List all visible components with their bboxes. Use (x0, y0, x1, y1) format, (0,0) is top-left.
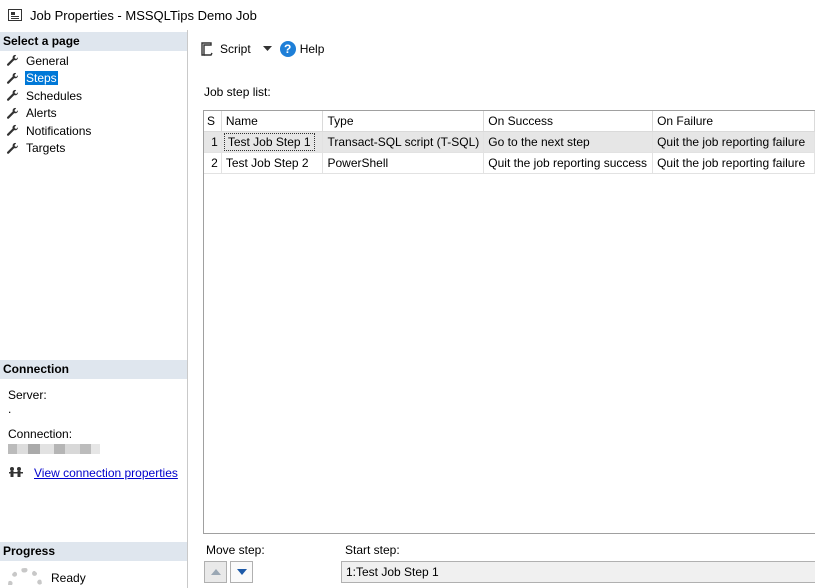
table-row[interactable]: 2 Test Job Step 2 PowerShell Quit the jo… (204, 152, 815, 174)
move-step-label: Move step: (206, 543, 265, 557)
table-row[interactable]: 1 Test Job Step 1 Transact-SQL script (T… (204, 131, 815, 153)
wrench-icon (6, 142, 19, 154)
window-title: Job Properties - MSSQLTips Demo Job (30, 7, 257, 23)
connection-value (8, 441, 100, 455)
start-step-label: Start step: (345, 543, 400, 557)
cell-on-failure: Quit the job reporting failure (652, 152, 815, 174)
cell-name: Test Job Step 1 (221, 131, 324, 153)
right-pane: Script ? Help Job step list: S Name Type… (189, 30, 815, 588)
help-label: Help (299, 42, 325, 56)
column-header-on-failure[interactable]: On Failure (652, 111, 815, 132)
server-value: . (8, 402, 12, 416)
column-header-on-success[interactable]: On Success (483, 111, 654, 132)
wrench-icon (6, 107, 19, 119)
column-header-step[interactable]: S (204, 111, 222, 132)
cell-type: Transact-SQL script (T-SQL) (322, 131, 485, 153)
wrench-icon (6, 55, 19, 67)
view-connection-properties-link[interactable]: View connection properties (34, 466, 178, 480)
left-pane: Select a page General Steps Schedules Al… (0, 30, 188, 588)
progress-spinner-icon (8, 568, 42, 585)
title-bar: Job Properties - MSSQLTips Demo Job (0, 0, 815, 30)
job-step-list-label: Job step list: (204, 85, 271, 99)
move-step-down-button[interactable] (230, 561, 253, 583)
page-item-steps[interactable]: Steps (6, 70, 92, 88)
cell-name-text: Test Job Step 2 (225, 155, 309, 170)
help-button[interactable]: ? Help (279, 41, 325, 57)
page-item-label: Notifications (26, 123, 92, 138)
page-item-targets[interactable]: Targets (6, 140, 92, 158)
page-item-general[interactable]: General (6, 52, 92, 70)
redacted-connection-value (8, 443, 100, 454)
column-header-type[interactable]: Type (322, 111, 485, 132)
page-list: General Steps Schedules Alerts Notificat… (6, 52, 92, 157)
cell-step: 1 (204, 131, 222, 153)
server-label: Server: (8, 388, 47, 402)
column-header-name[interactable]: Name (221, 111, 324, 132)
page-item-label: Targets (26, 141, 66, 156)
start-step-select[interactable]: 1:Test Job Step 1 (341, 561, 815, 583)
page-item-notifications[interactable]: Notifications (6, 122, 92, 140)
progress-status: Ready (51, 571, 86, 585)
step-controls: Move step: Start step: 1:Test Job Step 1 (203, 538, 815, 588)
connection-label: Connection: (8, 427, 73, 441)
script-dropdown[interactable] (262, 46, 272, 52)
cell-on-success: Quit the job reporting success (483, 152, 654, 174)
page-item-alerts[interactable]: Alerts (6, 105, 92, 123)
view-connection-row: View connection properties (8, 466, 178, 480)
progress-header: Progress (0, 542, 187, 561)
script-label: Script (220, 42, 251, 56)
page-item-label: General (26, 53, 69, 68)
window-icon (8, 9, 22, 21)
page-item-label: Alerts (26, 106, 57, 121)
connection-properties-icon (9, 467, 23, 477)
script-button[interactable]: Script (199, 41, 251, 57)
arrow-down-icon (236, 569, 247, 575)
toolbar: Script ? Help (189, 30, 815, 68)
cell-name-text: Test Job Step 1 (223, 132, 315, 151)
wrench-icon (6, 90, 19, 102)
page-item-schedules[interactable]: Schedules (6, 87, 92, 105)
connection-header: Connection (0, 360, 187, 379)
page-item-label: Steps (25, 71, 58, 86)
script-icon (201, 42, 213, 56)
chevron-down-icon (262, 46, 272, 51)
arrow-up-icon (210, 569, 221, 575)
cell-name: Test Job Step 2 (221, 152, 324, 174)
cell-step: 2 (204, 152, 222, 174)
cell-on-success: Go to the next step (483, 131, 654, 153)
move-step-up-button[interactable] (204, 561, 227, 583)
wrench-icon (6, 72, 19, 84)
job-step-table: S Name Type On Success On Failure 1 Test… (204, 111, 815, 174)
cell-type: PowerShell (322, 152, 485, 174)
select-page-header: Select a page (0, 32, 187, 51)
job-step-grid[interactable]: S Name Type On Success On Failure 1 Test… (203, 110, 815, 534)
page-item-label: Schedules (26, 88, 83, 103)
help-icon: ? (279, 41, 296, 57)
table-header-row: S Name Type On Success On Failure (204, 111, 815, 132)
wrench-icon (6, 125, 19, 137)
cell-on-failure: Quit the job reporting failure (652, 131, 815, 153)
